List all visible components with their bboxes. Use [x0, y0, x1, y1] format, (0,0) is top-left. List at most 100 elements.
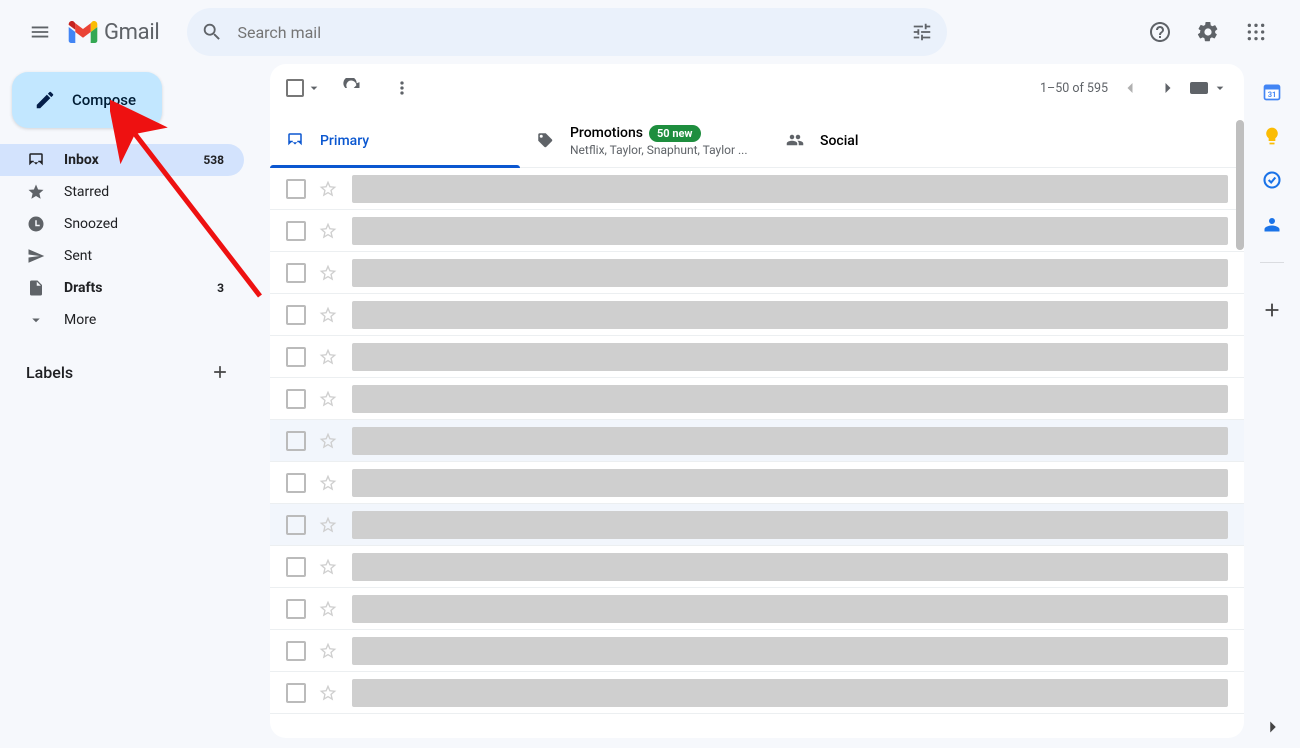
refresh-button[interactable]	[332, 68, 372, 108]
mail-row[interactable]	[270, 588, 1244, 630]
row-star-button[interactable]	[318, 683, 338, 703]
tab-primary[interactable]: Primary	[270, 112, 520, 167]
mail-row[interactable]	[270, 630, 1244, 672]
tasks-icon	[1262, 170, 1282, 190]
row-star-button[interactable]	[318, 221, 338, 241]
sidebar: Compose Inbox538StarredSnoozedSentDrafts…	[0, 64, 256, 748]
settings-button[interactable]	[1188, 12, 1228, 52]
row-star-button[interactable]	[318, 347, 338, 367]
tab-promotions[interactable]: Promotions50 newNetflix, Taylor, Snaphun…	[520, 112, 770, 167]
mail-row[interactable]	[270, 504, 1244, 546]
row-star-button[interactable]	[318, 389, 338, 409]
row-star-button[interactable]	[318, 305, 338, 325]
mail-row[interactable]	[270, 672, 1244, 714]
contacts-app-button[interactable]	[1262, 214, 1282, 234]
row-star-button[interactable]	[318, 473, 338, 493]
mail-row[interactable]	[270, 462, 1244, 504]
compose-button[interactable]: Compose	[12, 72, 162, 128]
add-label-button[interactable]	[204, 356, 236, 388]
mail-row[interactable]	[270, 420, 1244, 462]
inbox-icon	[26, 151, 46, 169]
search-input[interactable]	[237, 23, 911, 42]
main-menu-button[interactable]	[16, 8, 64, 56]
search-options-icon[interactable]	[911, 21, 933, 43]
mail-row[interactable]	[270, 378, 1244, 420]
row-content-placeholder	[352, 301, 1228, 329]
tab-social[interactable]: Social	[770, 112, 1020, 167]
toolbar-right: 1–50 of 595	[1040, 72, 1228, 104]
hide-side-panel-button[interactable]	[1262, 716, 1284, 738]
keep-app-button[interactable]	[1262, 126, 1282, 146]
row-star-button[interactable]	[318, 263, 338, 283]
mail-row[interactable]	[270, 546, 1244, 588]
star-outline-icon	[318, 515, 338, 535]
row-checkbox[interactable]	[286, 599, 306, 619]
send-icon	[26, 247, 46, 265]
row-content-placeholder	[352, 511, 1228, 539]
gmail-logo[interactable]: Gmail	[68, 20, 159, 45]
plus-icon	[210, 362, 230, 382]
row-content-placeholder	[352, 637, 1228, 665]
row-checkbox[interactable]	[286, 473, 306, 493]
sidebar-item-more[interactable]: More	[0, 304, 244, 336]
mail-row[interactable]	[270, 252, 1244, 294]
star-outline-icon	[318, 305, 338, 325]
main-panel: 1–50 of 595 PrimaryPromotions50 newNetfl…	[270, 64, 1244, 738]
sidebar-item-snoozed[interactable]: Snoozed	[0, 208, 244, 240]
row-checkbox[interactable]	[286, 305, 306, 325]
newer-page-button[interactable]	[1114, 72, 1146, 104]
row-checkbox[interactable]	[286, 347, 306, 367]
search-bar[interactable]	[187, 8, 947, 56]
plus-icon	[1261, 299, 1283, 321]
row-checkbox[interactable]	[286, 641, 306, 661]
row-star-button[interactable]	[318, 641, 338, 661]
google-apps-button[interactable]	[1236, 12, 1276, 52]
row-checkbox[interactable]	[286, 431, 306, 451]
clock-icon	[26, 215, 46, 233]
sidebar-item-sent[interactable]: Sent	[0, 240, 244, 272]
inbox-icon	[286, 131, 304, 149]
row-checkbox[interactable]	[286, 179, 306, 199]
mail-toolbar: 1–50 of 595	[270, 64, 1244, 112]
checkbox-icon	[286, 79, 304, 97]
dropdown-caret-icon	[1212, 80, 1228, 96]
scrollbar-thumb[interactable]	[1236, 120, 1244, 250]
apps-grid-icon	[1246, 22, 1266, 42]
row-checkbox[interactable]	[286, 683, 306, 703]
star-outline-icon	[318, 263, 338, 283]
calendar-app-button[interactable]: 31	[1262, 82, 1282, 102]
sidebar-item-drafts[interactable]: Drafts3	[0, 272, 244, 304]
contacts-icon	[1263, 215, 1281, 233]
page-range-text: 1–50 of 595	[1040, 81, 1108, 96]
select-all-checkbox[interactable]	[286, 79, 322, 97]
row-star-button[interactable]	[318, 431, 338, 451]
sidebar-item-inbox[interactable]: Inbox538	[0, 144, 244, 176]
row-content-placeholder	[352, 469, 1228, 497]
older-page-button[interactable]	[1152, 72, 1184, 104]
people-icon	[786, 131, 804, 149]
row-checkbox[interactable]	[286, 389, 306, 409]
mail-row[interactable]	[270, 210, 1244, 252]
row-star-button[interactable]	[318, 599, 338, 619]
sidebar-item-starred[interactable]: Starred	[0, 176, 244, 208]
row-checkbox[interactable]	[286, 221, 306, 241]
row-checkbox[interactable]	[286, 557, 306, 577]
gmail-logo-icon	[68, 21, 98, 43]
get-addons-button[interactable]	[1261, 299, 1283, 321]
more-actions-button[interactable]	[382, 68, 422, 108]
row-star-button[interactable]	[318, 515, 338, 535]
support-button[interactable]	[1140, 12, 1180, 52]
tasks-app-button[interactable]	[1262, 170, 1282, 190]
mail-list	[270, 168, 1244, 714]
input-tools-button[interactable]	[1190, 80, 1228, 96]
mail-row[interactable]	[270, 294, 1244, 336]
mail-row[interactable]	[270, 336, 1244, 378]
mail-row[interactable]	[270, 168, 1244, 210]
row-checkbox[interactable]	[286, 263, 306, 283]
row-star-button[interactable]	[318, 557, 338, 577]
header-actions	[1140, 12, 1284, 52]
star-outline-icon	[318, 557, 338, 577]
row-checkbox[interactable]	[286, 515, 306, 535]
star-outline-icon	[318, 389, 338, 409]
row-star-button[interactable]	[318, 179, 338, 199]
